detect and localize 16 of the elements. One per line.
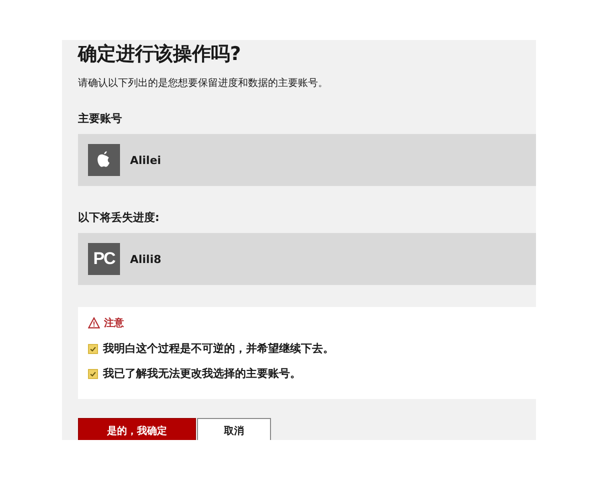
warning-icon [88,317,100,329]
checkbox-label: 我明白这个过程是不可逆的，并希望继续下去。 [103,341,334,356]
apple-icon [88,144,120,176]
account-name: Alilei [130,154,162,166]
notice-title: 注意 [104,316,124,330]
dialog-title: 确定进行该操作吗? [78,42,242,67]
checkbox[interactable] [88,368,98,378]
confirm-button[interactable]: 是的，我确定 [78,418,196,440]
dialog-description: 请确认以下列出的是您想要保留进度和数据的主要账号。 [78,77,329,91]
checkbox-label: 我已了解我无法更改我选择的主要账号。 [103,366,301,381]
cancel-button[interactable]: 取消 [197,418,271,440]
account-name: Alili8 [130,252,162,266]
checkbox[interactable] [88,344,98,354]
section-label: 以下将丢失进度: [78,210,160,225]
section-label: 主要账号 [78,111,123,126]
pc-badge: PC [88,243,120,275]
